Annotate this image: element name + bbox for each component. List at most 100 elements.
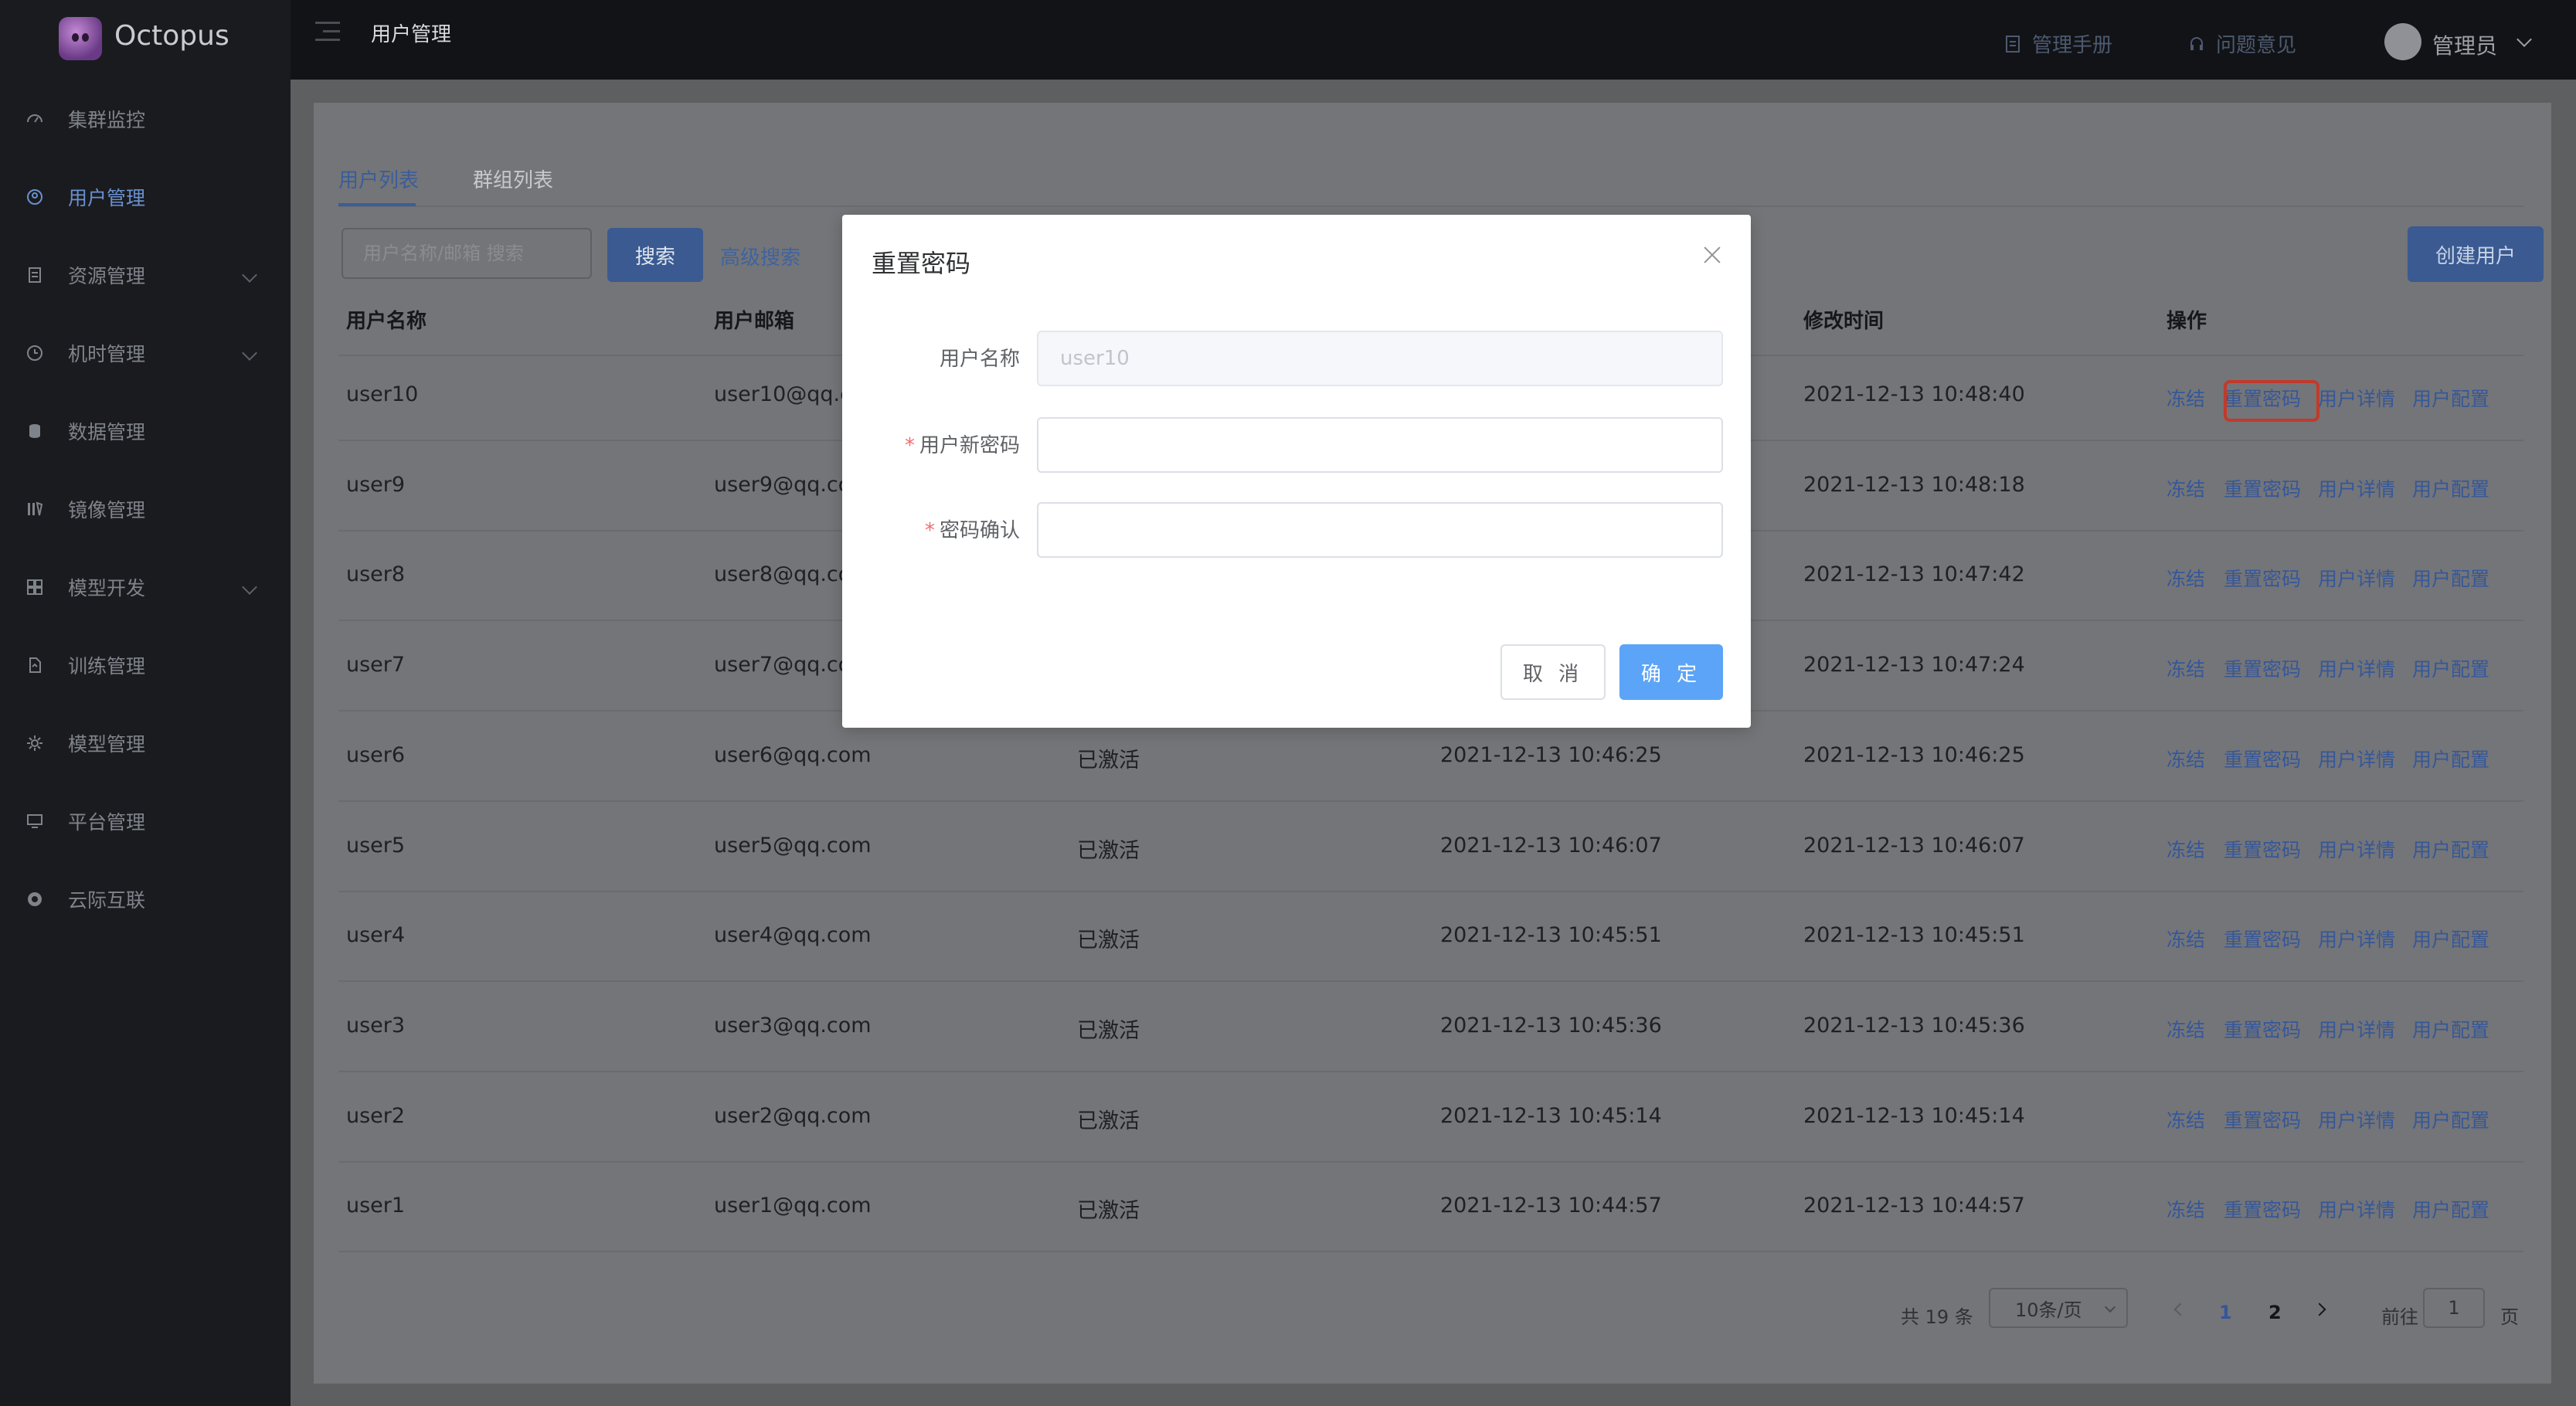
tab-user-list[interactable]: 用户列表 <box>338 165 419 193</box>
cell-modified: 2021-12-13 10:48:40 <box>1803 382 2025 406</box>
sidebar-item-label: 集群监控 <box>68 109 146 131</box>
search-input-wrapper <box>342 228 592 279</box>
page-1[interactable]: 1 <box>2219 1302 2232 1323</box>
highlight-box <box>2224 380 2319 422</box>
user-config-link[interactable]: 用户配置 <box>2412 1105 2489 1133</box>
user-config-link[interactable]: 用户配置 <box>2412 564 2489 592</box>
next-page-icon[interactable] <box>2313 1302 2326 1316</box>
username-label: 用户名称 <box>939 348 1020 371</box>
reset-password-link[interactable]: 重置密码 <box>2224 1015 2301 1043</box>
freeze-link[interactable]: 冻结 <box>2166 564 2205 592</box>
freeze-link[interactable]: 冻结 <box>2166 654 2205 682</box>
cell-status: 已激活 <box>1077 748 1140 773</box>
sidebar-item-label: 资源管理 <box>68 265 146 287</box>
sidebar-item-8[interactable]: 训练管理 <box>0 627 291 704</box>
reset-password-link[interactable]: 重置密码 <box>2224 564 2301 592</box>
sidebar-item-2[interactable]: 用户管理 <box>0 158 291 236</box>
sidebar-item-label: 数据管理 <box>68 421 146 443</box>
required-asterisk: * <box>904 434 915 457</box>
user-config-link[interactable]: 用户配置 <box>2412 1195 2489 1223</box>
user-config-link[interactable]: 用户配置 <box>2412 925 2489 953</box>
user-details-link[interactable]: 用户详情 <box>2318 1105 2395 1133</box>
confirm-password-field[interactable] <box>1038 504 1721 556</box>
sidebar-item-4[interactable]: 机时管理 <box>0 314 291 392</box>
new-password-field-wrapper <box>1037 417 1723 473</box>
sidebar-item-6[interactable]: 镜像管理 <box>0 470 291 548</box>
user-config-link[interactable]: 用户配置 <box>2412 474 2489 502</box>
sidebar-item-1[interactable]: 集群监控 <box>0 80 291 158</box>
reset-password-link[interactable]: 重置密码 <box>2224 745 2301 773</box>
cell-created: 2021-12-13 10:46:25 <box>1440 742 1662 767</box>
user-details-link[interactable]: 用户详情 <box>2318 925 2395 953</box>
reset-password-link[interactable]: 重置密码 <box>2224 1105 2301 1133</box>
sidebar-item-10[interactable]: 平台管理 <box>0 783 291 860</box>
new-password-field[interactable] <box>1038 419 1721 471</box>
advanced-search-link[interactable]: 高级搜索 <box>720 242 800 270</box>
reset-password-link[interactable]: 重置密码 <box>2224 474 2301 502</box>
user-details-link[interactable]: 用户详情 <box>2318 835 2395 863</box>
sidebar-item-7[interactable]: 模型开发 <box>0 548 291 626</box>
chevron-down-icon[interactable] <box>2517 32 2532 47</box>
logo[interactable]: Octopus <box>0 0 291 80</box>
user-config-link[interactable]: 用户配置 <box>2412 835 2489 863</box>
user-icon <box>25 187 45 207</box>
column-header: 修改时间 <box>1803 310 1884 333</box>
freeze-link[interactable]: 冻结 <box>2166 745 2205 773</box>
cell-status: 已激活 <box>1077 1199 1140 1224</box>
octopus-logo-icon <box>59 17 102 60</box>
freeze-link[interactable]: 冻结 <box>2166 1015 2205 1043</box>
avatar[interactable] <box>2384 23 2421 60</box>
sidebar-item-label: 用户管理 <box>68 187 146 209</box>
freeze-link[interactable]: 冻结 <box>2166 384 2205 412</box>
reset-password-link[interactable]: 重置密码 <box>2224 1195 2301 1223</box>
cell-status: 已激活 <box>1077 929 1140 953</box>
user-details-link[interactable]: 用户详情 <box>2318 474 2395 502</box>
user-config-link[interactable]: 用户配置 <box>2412 745 2489 773</box>
manual-link[interactable]: 管理手册 <box>2004 29 2112 58</box>
file-icon <box>25 655 45 675</box>
sidebar-item-label: 机时管理 <box>68 343 146 365</box>
sidebar-item-3[interactable]: 资源管理 <box>0 236 291 314</box>
sidebar-item-5[interactable]: 数据管理 <box>0 392 291 470</box>
user-details-link[interactable]: 用户详情 <box>2318 1015 2395 1043</box>
user-details-link[interactable]: 用户详情 <box>2318 384 2395 412</box>
app-name: Octopus <box>114 20 229 52</box>
goto-page-input[interactable]: 1 <box>2423 1288 2485 1328</box>
username-field <box>1038 332 1721 385</box>
row-divider <box>338 1251 2523 1252</box>
close-icon[interactable] <box>1701 244 1723 266</box>
freeze-link[interactable]: 冻结 <box>2166 474 2205 502</box>
freeze-link[interactable]: 冻结 <box>2166 1105 2205 1133</box>
user-config-link[interactable]: 用户配置 <box>2412 654 2489 682</box>
sidebar-item-9[interactable]: 模型管理 <box>0 705 291 782</box>
reset-password-link[interactable]: 重置密码 <box>2224 925 2301 953</box>
user-config-link[interactable]: 用户配置 <box>2412 1015 2489 1043</box>
freeze-link[interactable]: 冻结 <box>2166 835 2205 863</box>
sidebar-item-11[interactable]: 云际互联 <box>0 861 291 938</box>
freeze-link[interactable]: 冻结 <box>2166 925 2205 953</box>
page-size-select[interactable]: 10条/页 <box>1989 1288 2128 1328</box>
user-details-link[interactable]: 用户详情 <box>2318 745 2395 773</box>
image-icon <box>25 499 45 519</box>
cell-status: 已激活 <box>1077 838 1140 863</box>
search-button[interactable]: 搜索 <box>607 228 703 282</box>
confirm-button[interactable]: 确 定 <box>1619 644 1723 700</box>
user-details-link[interactable]: 用户详情 <box>2318 654 2395 682</box>
user-config-link[interactable]: 用户配置 <box>2412 384 2489 412</box>
prev-page-icon[interactable] <box>2173 1302 2187 1316</box>
reset-password-link[interactable]: 重置密码 <box>2224 835 2301 863</box>
cell-name: user3 <box>346 1013 406 1038</box>
feedback-link[interactable]: 问题意见 <box>2188 29 2296 58</box>
reset-password-link[interactable]: 重置密码 <box>2224 654 2301 682</box>
user-menu[interactable]: 管理员 <box>2432 29 2497 60</box>
cell-created: 2021-12-13 10:45:14 <box>1440 1103 1662 1128</box>
menu-toggle-icon[interactable] <box>315 22 340 42</box>
user-details-link[interactable]: 用户详情 <box>2318 1195 2395 1223</box>
create-user-button[interactable]: 创建用户 <box>2408 226 2544 282</box>
tab-group-list[interactable]: 群组列表 <box>473 165 553 193</box>
freeze-link[interactable]: 冻结 <box>2166 1195 2205 1223</box>
cancel-button[interactable]: 取 消 <box>1500 644 1606 700</box>
user-details-link[interactable]: 用户详情 <box>2318 564 2395 592</box>
page-2[interactable]: 2 <box>2268 1302 2282 1323</box>
search-input[interactable] <box>343 229 590 277</box>
